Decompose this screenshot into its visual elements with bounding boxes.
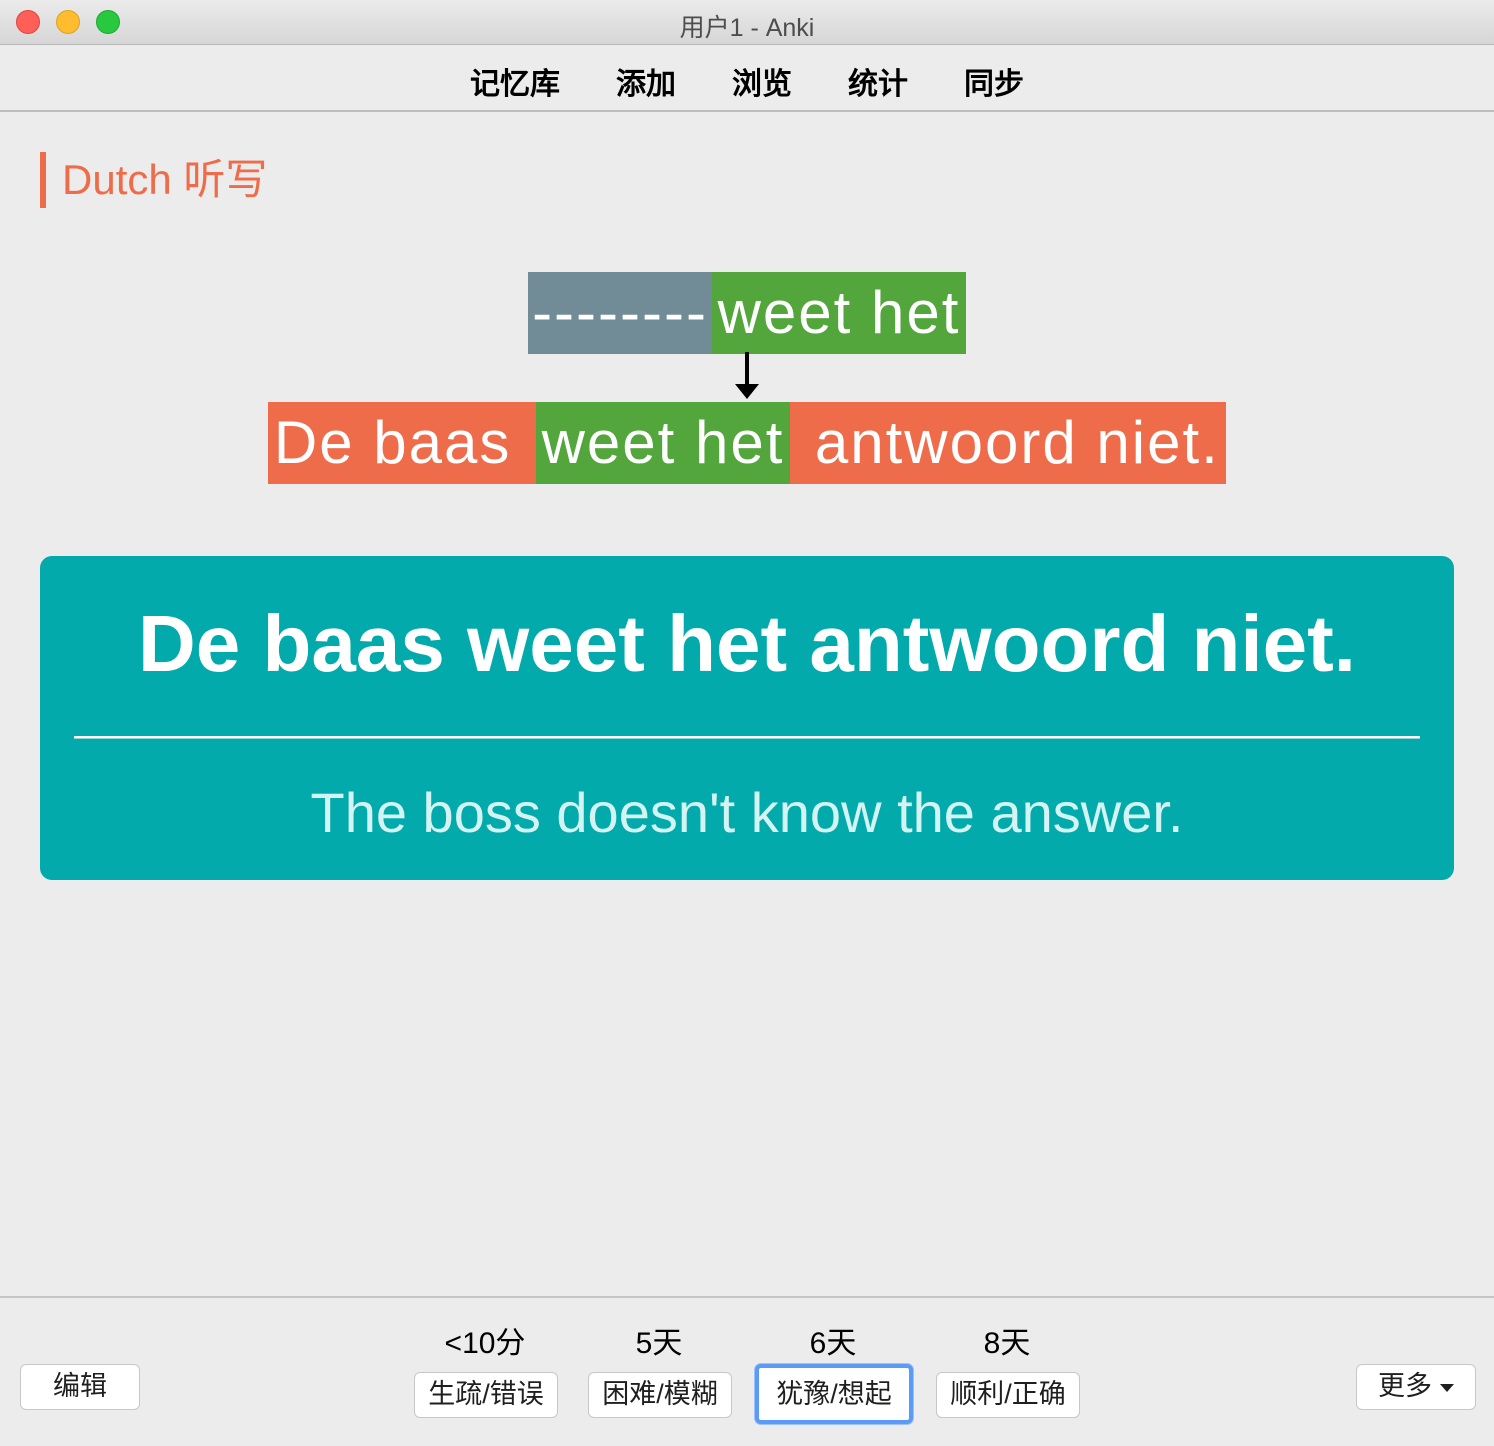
- expected-segment-start: De baas: [268, 402, 536, 484]
- card-divider: [74, 736, 1420, 738]
- edit-button[interactable]: 编辑: [20, 1364, 140, 1410]
- main-toolbar: 记忆库 添加 浏览 统计 同步: [0, 45, 1494, 112]
- more-button-label: 更多: [1378, 1371, 1432, 1401]
- more-button[interactable]: 更多: [1356, 1364, 1476, 1410]
- toolbar-add[interactable]: 添加: [616, 59, 676, 103]
- deck-label: Dutch 听写: [40, 152, 267, 208]
- answer-easy-button[interactable]: 顺利/正确: [936, 1372, 1080, 1418]
- toolbar-browse[interactable]: 浏览: [732, 59, 792, 103]
- interval-again: <10分: [444, 1327, 526, 1360]
- interval-hard: 5天: [635, 1327, 683, 1360]
- answer-again-button[interactable]: 生疏/错误: [414, 1372, 558, 1418]
- arrow-down-icon: [735, 352, 759, 399]
- toolbar-sync[interactable]: 同步: [964, 59, 1024, 103]
- chevron-down-icon: [1440, 1383, 1454, 1392]
- window-titlebar: 用户1 - Anki: [0, 0, 1494, 45]
- answer-card: De baas weet het antwoord niet. The boss…: [40, 556, 1454, 880]
- toolbar-stats[interactable]: 统计: [848, 59, 908, 103]
- card-front-text: De baas weet het antwoord niet.: [137, 599, 1356, 688]
- typed-correct-segment: weet het: [712, 272, 966, 354]
- answer-good-button[interactable]: 犹豫/想起: [755, 1364, 913, 1424]
- interval-good: 6天: [809, 1327, 857, 1360]
- expected-segment-match: weet het: [536, 402, 790, 484]
- interval-easy: 8天: [983, 1327, 1031, 1360]
- card-back-text: The boss doesn't know the answer.: [310, 781, 1184, 844]
- answer-hard-button[interactable]: 困难/模糊: [588, 1372, 732, 1418]
- typed-missing-segment: --------: [528, 272, 712, 354]
- expected-segment-end: antwoord niet.: [790, 402, 1226, 484]
- answer-bar: 编辑 <10分 5天 6天 8天 生疏/错误 困难/模糊 犹豫/想起 顺利/正确…: [0, 1296, 1494, 1446]
- toolbar-decks[interactable]: 记忆库: [470, 59, 560, 103]
- window-title: 用户1 - Anki: [679, 14, 815, 42]
